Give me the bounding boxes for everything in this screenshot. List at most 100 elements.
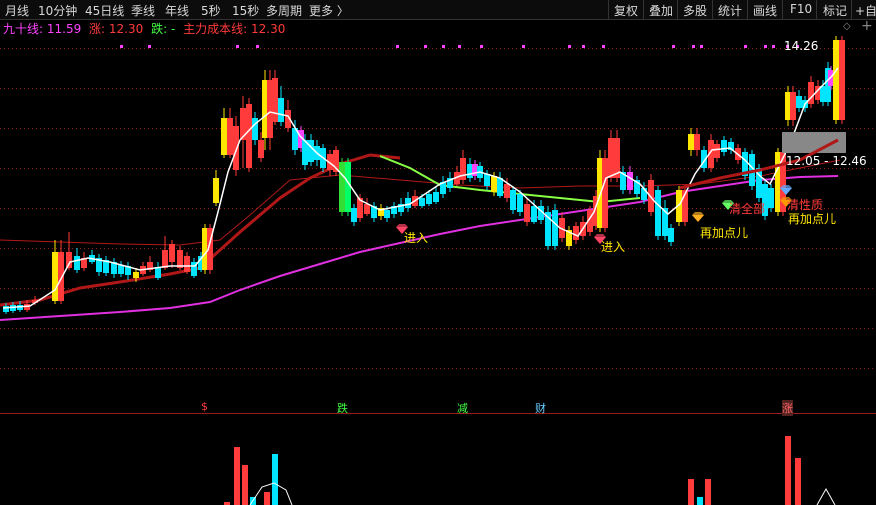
candle-body (74, 256, 80, 270)
candle-body (162, 250, 168, 268)
candle-body (655, 190, 661, 236)
candle-body (694, 134, 700, 150)
candle-body (688, 134, 694, 150)
candle-body (497, 178, 503, 196)
candle-body (517, 194, 523, 212)
candle-body (66, 252, 72, 268)
signal-reduce: 减 (457, 402, 468, 415)
candle-body (221, 118, 227, 155)
signal-wealth: 财 (535, 402, 546, 415)
candle-body (345, 162, 351, 212)
candle-body (252, 118, 258, 140)
signal-dot (424, 45, 427, 48)
candle-body (419, 198, 425, 206)
candle-body (602, 158, 608, 228)
candle-body (169, 244, 175, 262)
candle-body (491, 176, 497, 192)
signal-fall: 跌 (337, 402, 348, 415)
candle-body (339, 162, 345, 212)
candle-body (648, 180, 654, 212)
candle-body (833, 40, 839, 120)
kline-chart[interactable] (0, 0, 876, 505)
volume-bar (795, 458, 801, 505)
signal-dot (772, 45, 775, 48)
candle-body (531, 206, 537, 222)
signal-dollar: $ (201, 400, 208, 413)
volume-bars (224, 436, 801, 505)
candle-body (668, 228, 674, 242)
signal-dot (692, 45, 695, 48)
candle-body (552, 210, 558, 246)
volume-bar (688, 479, 694, 505)
volume-bar (242, 465, 248, 505)
signal-dot (396, 45, 399, 48)
clear-nature-label: 清性质 (787, 198, 824, 212)
candle-body (573, 226, 579, 240)
signal-dot (672, 45, 675, 48)
signal-dots-row (120, 45, 799, 48)
enter-label-2: 进入 (601, 240, 626, 254)
candle-body (510, 190, 516, 210)
diamond-marker-icon (692, 215, 704, 222)
signal-dot (602, 45, 605, 48)
candle-body (272, 78, 278, 122)
candle-body (608, 138, 614, 178)
signal-dot (256, 45, 259, 48)
signal-dot (582, 45, 585, 48)
candle-body (258, 140, 264, 158)
volume-white-curve-2 (816, 487, 836, 505)
candle-body (405, 198, 411, 208)
volume-bar (264, 492, 270, 505)
candle-body (484, 174, 490, 186)
candle-body (227, 118, 233, 155)
candle-body (133, 272, 139, 278)
signal-dot (480, 45, 483, 48)
add-more-label-1: 再加点儿 (700, 226, 749, 240)
diamond-marker-top (594, 234, 606, 237)
candle-body (426, 194, 432, 204)
candle-body (384, 210, 390, 218)
candle-body (768, 188, 774, 208)
candle-body (790, 92, 796, 120)
candle-body (504, 184, 510, 198)
signal-dot (236, 45, 239, 48)
signal-rise: 涨 (782, 400, 793, 416)
enter-label-1: 进入 (404, 231, 429, 245)
candle-body (118, 265, 124, 274)
signal-dot (568, 45, 571, 48)
signal-dot (120, 45, 123, 48)
candle-body (524, 204, 530, 222)
volume-white-curve (249, 482, 293, 505)
signal-dot (744, 45, 747, 48)
candle-body (246, 104, 252, 168)
candle-body (351, 208, 357, 222)
candle-body (433, 192, 439, 202)
candle-body (796, 96, 802, 108)
volume-bar (697, 497, 703, 505)
signal-dot (442, 45, 445, 48)
signal-dot (458, 45, 461, 48)
volume-bar (234, 447, 240, 505)
candle-body (213, 178, 219, 203)
high-price-label: 14.26 (784, 39, 819, 53)
candle-body (184, 256, 190, 272)
signal-dot (148, 45, 151, 48)
signal-dot (700, 45, 703, 48)
candle-body (714, 144, 720, 158)
volume-bar (705, 479, 711, 505)
candle-body (155, 267, 161, 278)
volume-bar (785, 436, 791, 505)
signal-dot (764, 45, 767, 48)
candle-body (308, 140, 314, 162)
signal-dot (522, 45, 525, 48)
candle-body (839, 40, 845, 120)
candle-body (364, 204, 370, 214)
candle-body (58, 252, 64, 301)
candle-body (233, 126, 239, 170)
candle-body (627, 172, 633, 190)
cost-range-label: 12.05 - 12.46 (786, 154, 867, 168)
diamond-marker-top (396, 224, 408, 227)
candle-body (460, 158, 466, 180)
volume-bar (272, 454, 278, 505)
clear-all-label: 清全部 (729, 202, 766, 216)
